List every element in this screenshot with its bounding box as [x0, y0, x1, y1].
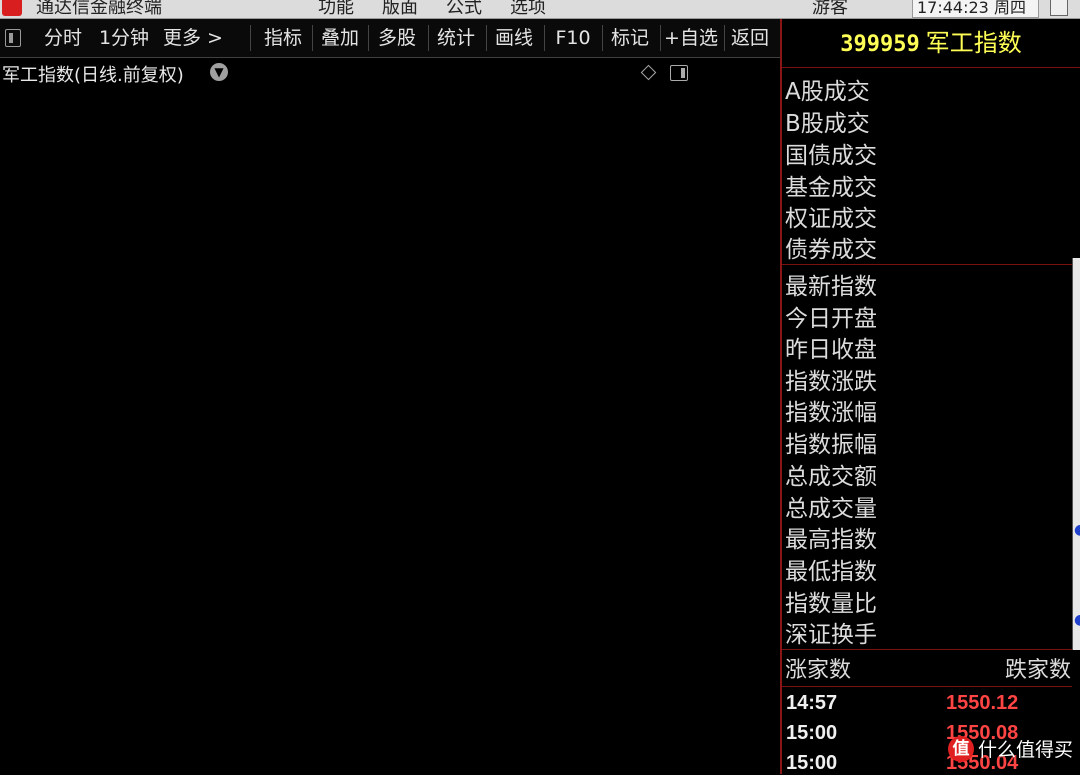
window-title: 通达信金融终端 — [36, 0, 162, 18]
index-code: 399959 — [840, 32, 920, 57]
window-close-icon[interactable] — [1050, 0, 1068, 16]
label-turnover-rate: 深证换手 — [785, 622, 877, 648]
label-warrant-turnover: 权证成交 — [785, 206, 877, 232]
menu-options[interactable]: 选项 — [510, 0, 546, 18]
label-change: 指数涨跌 — [785, 369, 877, 395]
draw-line-button[interactable]: 画线 — [490, 19, 538, 57]
indicator-button[interactable]: 指标 — [258, 19, 308, 57]
label-fund-turnover: 基金成交 — [785, 175, 877, 201]
label-b-share-turnover: B股成交 — [785, 111, 870, 137]
window-title-bar: 通达信金融终端 功能 版面 公式 选项 游客 17:44:23 周四 — [0, 0, 1080, 19]
label-prev-close: 昨日收盘 — [785, 337, 877, 363]
f10-button[interactable]: F10 — [550, 19, 596, 57]
user-guest[interactable]: 游客 — [812, 0, 848, 18]
advancers-label: 涨家数 — [785, 658, 852, 683]
toolbar-separator — [250, 25, 251, 51]
watermark-badge: 值 — [948, 735, 974, 762]
tick-time: 15:00 — [786, 752, 838, 774]
toolbar-separator — [660, 25, 661, 51]
overlay-button[interactable]: 叠加 — [316, 19, 364, 57]
toolbar-separator — [486, 25, 487, 51]
toolbar-separator — [602, 25, 603, 51]
label-high: 最高指数 — [785, 527, 877, 553]
sidebar-toggle-icon[interactable] — [5, 29, 21, 47]
label-total-volume: 总成交量 — [785, 496, 877, 522]
toolbar-separator — [312, 25, 313, 51]
label-latest-index: 最新指数 — [785, 274, 877, 300]
decliners-label: 跌家数 — [1005, 658, 1072, 683]
tick-time: 15:00 — [786, 722, 838, 744]
label-bond-turnover: 债券成交 — [785, 237, 877, 263]
watermark-text: 什么值得买 — [978, 739, 1074, 761]
add-watchlist-button[interactable]: +自选 — [662, 19, 720, 57]
multi-stock-button[interactable]: 多股 — [372, 19, 422, 57]
quote-panel-header: 399959 军工指数 — [782, 19, 1080, 68]
toolbar-separator — [368, 25, 369, 51]
clock-display: 17:44:23 周四 — [912, 0, 1039, 18]
chart-toolbar: 分时 1分钟 更多 > 指标 叠加 多股 统计 画线 F10 标记 +自选 返回 — [0, 19, 780, 58]
mark-button[interactable]: 标记 — [606, 19, 654, 57]
label-treasury-turnover: 国债成交 — [785, 143, 877, 169]
label-low: 最低指数 — [785, 559, 877, 585]
panel-separator — [782, 264, 1072, 265]
toolbar-separator — [544, 25, 545, 51]
tab-1-minute[interactable]: 1分钟 — [94, 19, 154, 57]
label-amplitude: 指数振幅 — [785, 432, 877, 458]
menu-layout[interactable]: 版面 — [382, 0, 418, 18]
toolbar-separator — [428, 25, 429, 51]
label-a-share-turnover: A股成交 — [785, 79, 870, 105]
menu-function[interactable]: 功能 — [318, 0, 354, 18]
clock-text: 17:44:23 周四 — [917, 0, 1026, 17]
label-today-open: 今日开盘 — [785, 306, 877, 332]
index-name: 军工指数 — [925, 29, 1022, 57]
more-button[interactable]: 更多 > — [160, 19, 226, 57]
value-column-edge — [1072, 258, 1080, 650]
menu-formula[interactable]: 公式 — [446, 0, 482, 18]
panel-divider — [780, 19, 782, 774]
statistics-button[interactable]: 统计 — [432, 19, 480, 57]
label-volume-ratio: 指数量比 — [785, 591, 877, 617]
candlestick-chart[interactable]: 1300132513501375140014251450147515001525… — [0, 57, 780, 774]
app-logo-icon — [2, 0, 22, 16]
tick-time: 14:57 — [786, 692, 838, 714]
toolbar-separator — [724, 25, 725, 51]
panel-separator — [782, 649, 1072, 650]
watermark: 值什么值得买 — [948, 735, 1073, 762]
tab-intraday[interactable]: 分时 — [40, 19, 86, 57]
value-glyph: ● — [1074, 612, 1080, 628]
back-button[interactable]: 返回 — [728, 19, 772, 57]
panel-separator — [782, 686, 1072, 687]
label-total-amount: 总成交额 — [785, 464, 877, 490]
label-change-pct: 指数涨幅 — [785, 400, 877, 426]
value-glyph: ● — [1074, 522, 1080, 538]
tick-price: 1550.12 — [946, 692, 1019, 714]
